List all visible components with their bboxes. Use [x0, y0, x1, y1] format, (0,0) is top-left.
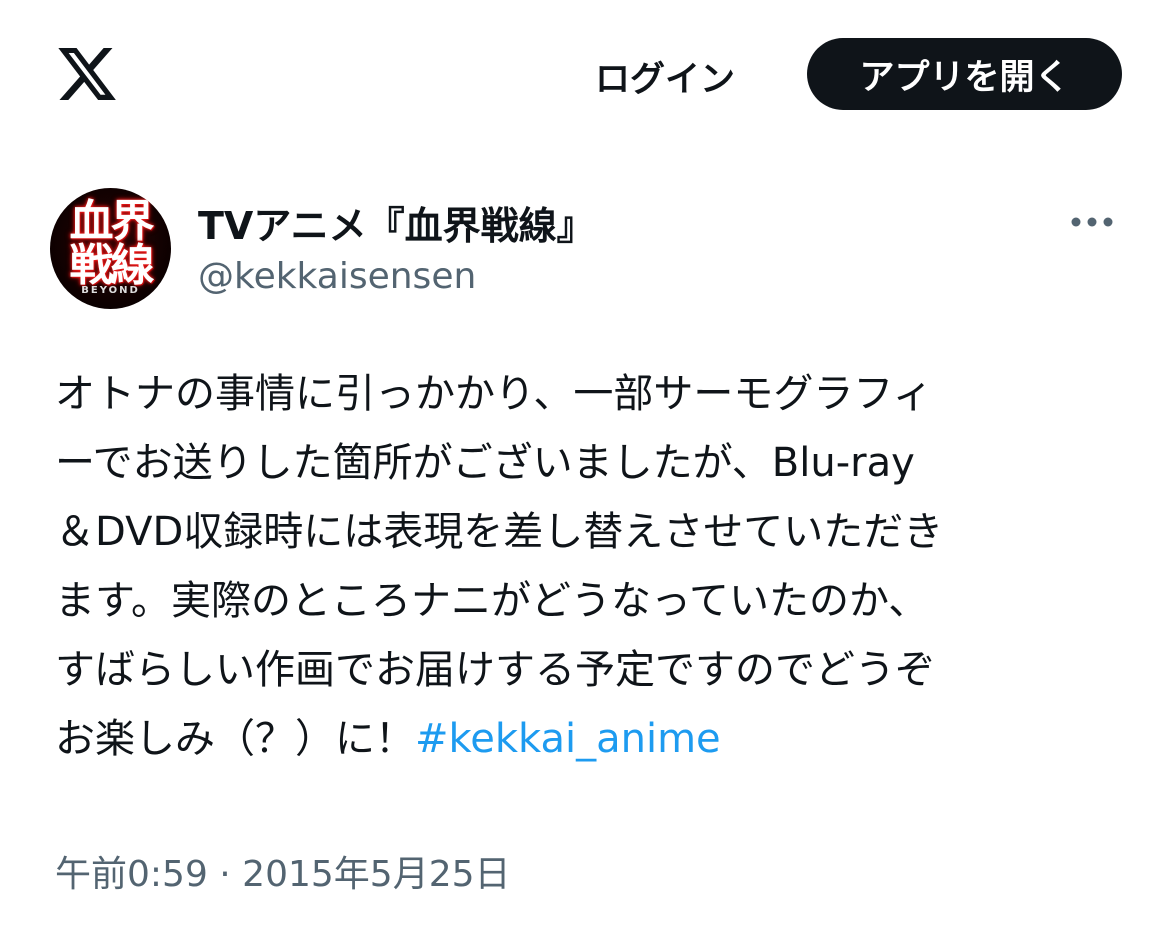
top-bar: ログイン アプリを開く: [0, 0, 1170, 150]
tweet-text-last: お楽しみ（？）に！: [55, 716, 415, 762]
login-link[interactable]: ログイン: [575, 48, 755, 104]
tweet-text-line: オトナの事情に引っかかり、一部サーモグラフィ: [55, 371, 933, 417]
tweet-timestamp[interactable]: 午前0:59 · 2015年5月25日: [55, 845, 511, 897]
author-handle[interactable]: @kekkaisensen: [198, 256, 476, 297]
author-display-name[interactable]: TVアニメ『血界戦線』: [198, 195, 595, 250]
tweet-text: オトナの事情に引っかかり、一部サーモグラフィ ーでお送りした箇所がございましたが…: [55, 360, 1125, 774]
tweet-text-line: すばらしい作画でお届けする予定ですのでどうぞ: [55, 647, 935, 693]
avatar-logo-subtext: BEYOND: [81, 285, 140, 296]
tweet-text-line: ＆DVD収録時には表現を差し替えさせていただき: [55, 509, 944, 555]
avatar[interactable]: 血界 戦線 BEYOND: [50, 188, 171, 309]
more-horizontal-icon[interactable]: [1062, 200, 1122, 244]
tweet-text-line: お楽しみ（？）に！#kekkai_anime: [55, 705, 1125, 774]
tweet-text-line: ーでお送りした箇所がございましたが、Blu-ray: [55, 440, 915, 486]
hashtag-link[interactable]: #kekkai_anime: [415, 716, 721, 762]
x-logo-icon[interactable]: [55, 42, 119, 106]
open-app-button[interactable]: アプリを開く: [807, 38, 1122, 110]
avatar-logo-text: 血界 戦線: [69, 196, 155, 291]
tweet-text-line: ます。実際のところナニがどうなっていたのか、: [55, 578, 929, 624]
